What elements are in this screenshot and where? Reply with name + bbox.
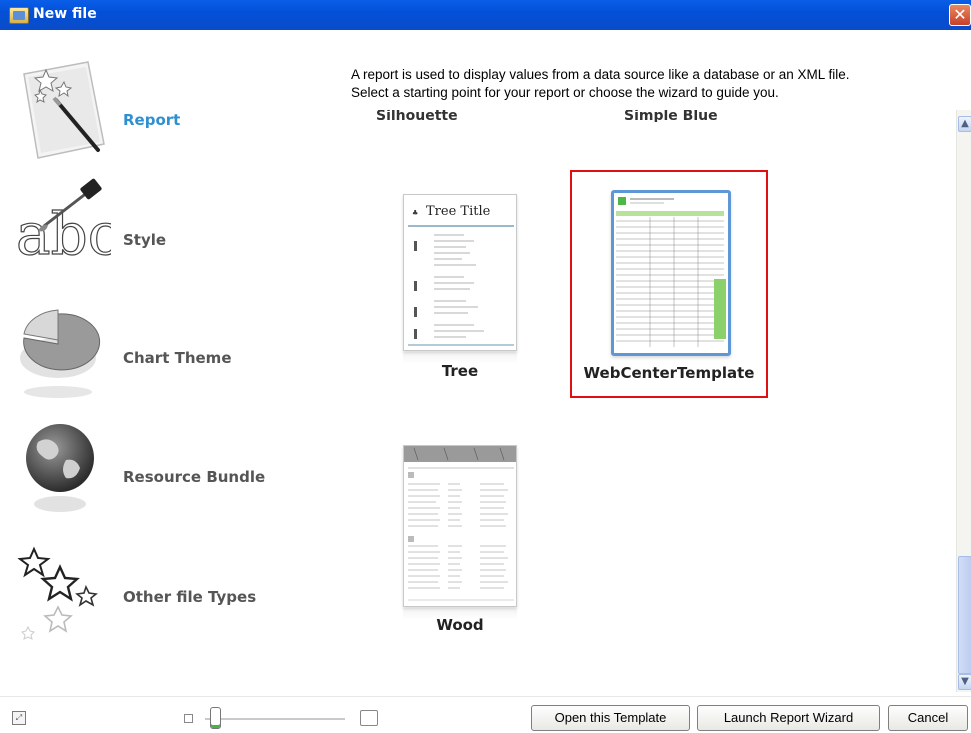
cancel-button[interactable]: Cancel: [888, 705, 968, 731]
app-icon: [9, 7, 29, 24]
template-label-silhouette-landscape: Silhouette Landscape: [376, 110, 458, 122]
zoom-slider-handle[interactable]: [210, 707, 221, 729]
launch-wizard-button[interactable]: Launch Report Wizard: [697, 705, 880, 731]
nav-item-report[interactable]: Report: [16, 60, 316, 170]
nav-item-resource-bundle[interactable]: Resource Bundle: [16, 418, 316, 528]
template-grid: Silhouette Landscape Simple Blue ♣ Tree …: [330, 110, 956, 693]
nav-label-chart-theme: Chart Theme: [123, 349, 232, 367]
bottom-bar: ⤢ Open this Template Launch Report Wizar…: [0, 696, 971, 733]
scrollbar-thumb[interactable]: [958, 556, 971, 674]
description-line-1: A report is used to display values from …: [351, 67, 850, 82]
zoom-small-icon[interactable]: [184, 714, 193, 723]
nav-item-chart-theme[interactable]: Chart Theme: [16, 300, 316, 410]
svg-text:♣: ♣: [412, 209, 418, 217]
nav-label-report: Report: [123, 111, 181, 129]
scroll-down-button[interactable]: ▼: [958, 674, 971, 690]
nav-label-style: Style: [123, 231, 167, 249]
nav-label-resource-bundle: Resource Bundle: [123, 468, 266, 486]
open-template-button[interactable]: Open this Template: [531, 705, 690, 731]
style-icon: abc: [16, 178, 111, 269]
nav-label-other-file-types: Other file Types: [123, 588, 257, 606]
stars-icon: [17, 546, 98, 640]
title-bar: New file ✕: [0, 0, 971, 30]
scroll-up-button[interactable]: ▲: [958, 116, 971, 132]
new-file-dialog: New file ✕ Report abc Style Chart Theme …: [0, 0, 971, 733]
template-label-wood: Wood: [436, 616, 484, 634]
tree-thumb-title: Tree Title: [426, 204, 491, 219]
close-button[interactable]: ✕: [949, 4, 971, 26]
template-thumbnail-tree: ♣ Tree Title: [403, 194, 517, 351]
fit-view-icon[interactable]: ⤢: [12, 711, 26, 725]
report-icon: [23, 61, 105, 159]
globe-icon: [26, 424, 94, 512]
chart-theme-icon: [20, 309, 101, 398]
template-thumbnail-webcenter: [611, 190, 731, 356]
template-label-webcenter: WebCenterTemplate: [583, 364, 755, 382]
template-thumbnail-wood: [403, 445, 517, 607]
description-line-2: Select a starting point for your report …: [351, 85, 779, 100]
zoom-large-icon[interactable]: [360, 710, 378, 726]
vertical-scrollbar[interactable]: ▲ ▼: [956, 110, 971, 692]
template-label-tree: Tree: [441, 362, 479, 380]
window-title: New file: [33, 6, 97, 22]
nav-item-other-file-types[interactable]: Other file Types: [16, 545, 316, 655]
description: A report is used to display values from …: [351, 66, 961, 102]
zoom-slider-track[interactable]: [205, 718, 345, 720]
nav-item-style[interactable]: abc Style: [16, 176, 316, 286]
template-label-simple-blue: Simple Blue: [624, 110, 718, 122]
